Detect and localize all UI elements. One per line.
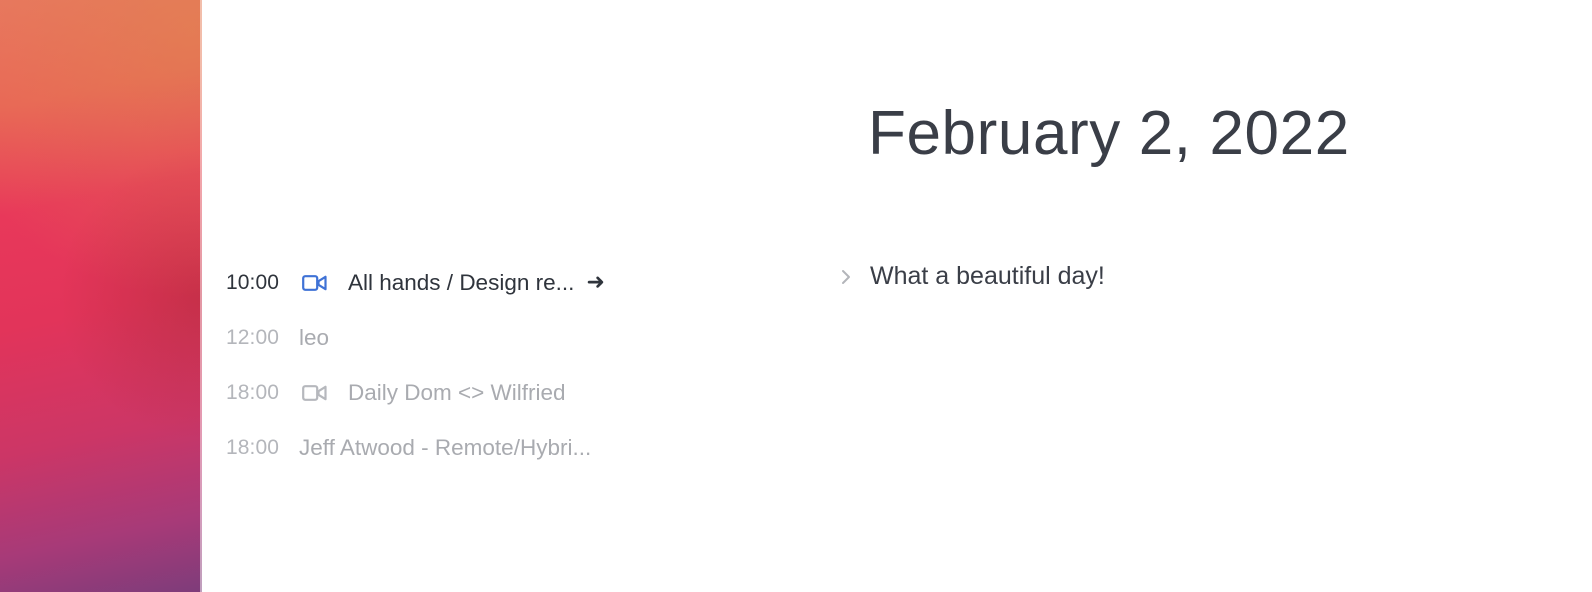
chevron-right-icon[interactable]: [836, 267, 856, 287]
event-title: leo: [299, 324, 330, 350]
desktop-wallpaper: [0, 0, 202, 592]
event-row-jeff-atwood[interactable]: 18:00 Jeff Atwood - Remote/Hybri...: [226, 420, 686, 475]
note-row[interactable]: What a beautiful day!: [836, 262, 1105, 291]
page-title: February 2, 2022: [868, 99, 1350, 168]
event-list: 10:00 All hands / Design re... ➜ 12:00 l…: [226, 255, 686, 475]
event-time: 12:00: [226, 325, 280, 349]
event-time: 18:00: [226, 380, 280, 404]
event-title: Jeff Atwood - Remote/Hybri...: [299, 434, 592, 460]
note-text[interactable]: What a beautiful day!: [870, 262, 1105, 291]
event-title: All hands / Design re...: [348, 269, 575, 295]
event-title: Daily Dom <> Wilfried: [348, 379, 566, 405]
event-time: 10:00: [226, 270, 280, 294]
event-row-all-hands[interactable]: 10:00 All hands / Design re... ➜: [226, 255, 686, 310]
arrow-right-icon[interactable]: ➜: [586, 270, 604, 295]
video-camera-icon: [302, 384, 328, 402]
event-row-daily-dom[interactable]: 18:00 Daily Dom <> Wilfried: [226, 365, 686, 420]
video-camera-icon: [302, 274, 328, 292]
event-row-leo[interactable]: 12:00 leo: [226, 310, 686, 365]
window-edge: [200, 0, 202, 592]
event-time: 18:00: [226, 435, 280, 459]
